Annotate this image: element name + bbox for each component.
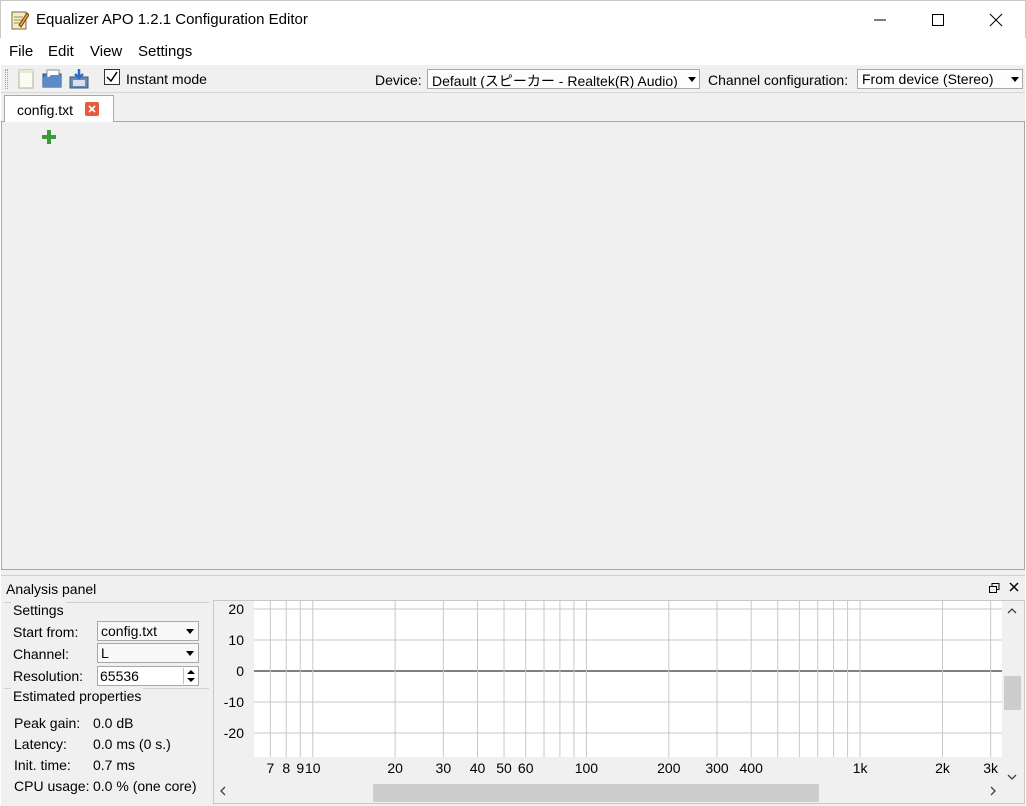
- latency-label: Latency:: [14, 736, 67, 752]
- dropdown-arrow-icon: [186, 651, 194, 656]
- close-button[interactable]: [967, 1, 1025, 39]
- x-tick-label: 7: [266, 760, 274, 776]
- x-tick-label: 400: [740, 760, 764, 776]
- cpu-usage-label: CPU usage:: [14, 778, 90, 794]
- start-from-label: Start from:: [13, 624, 79, 640]
- menu-edit[interactable]: Edit: [48, 43, 74, 60]
- horizontal-scroll-thumb[interactable]: [373, 784, 819, 802]
- y-tick-label: 20: [228, 601, 244, 617]
- channel-label: Channel:: [13, 646, 70, 662]
- plot-background: [254, 601, 1002, 757]
- menu-file[interactable]: File: [9, 43, 33, 60]
- toolbar-grip[interactable]: [5, 69, 8, 89]
- close-icon: [989, 13, 1003, 27]
- latency-value: 0.0 ms (0 s.): [93, 736, 171, 752]
- analysis-panel-title: Analysis panel: [6, 581, 97, 597]
- settings-group-title: Settings: [11, 602, 66, 618]
- spin-buttons[interactable]: [183, 668, 197, 684]
- toolbar: Instant mode Device: Default (スピーカー - Re…: [1, 65, 1025, 93]
- checkmark-icon: [106, 71, 118, 83]
- cpu-usage-value: 0.0 % (one core): [93, 778, 197, 794]
- maximize-button[interactable]: [909, 1, 967, 39]
- resolution-label: Resolution:: [13, 668, 84, 684]
- tab-close-icon[interactable]: [85, 102, 99, 116]
- menu-view[interactable]: View: [90, 43, 122, 60]
- channel-configuration-label: Channel configuration:: [708, 72, 849, 88]
- menu-bar: File Edit View Settings: [1, 38, 1025, 65]
- x-tick-label: 1k: [853, 760, 869, 776]
- frequency-response-graph[interactable]: 20 10 0 -10 -20 7 8 9 10 20 30 40 50 60 100 200 300 400 1k…: [213, 600, 1025, 804]
- start-from-select[interactable]: config.txt: [97, 621, 199, 641]
- x-tick-label: 20: [387, 760, 403, 776]
- title-bar: Equalizer APO 1.2.1 Configuration Editor: [0, 0, 1026, 38]
- x-tick-label: 10: [305, 760, 321, 776]
- notepad-pencil-icon: [11, 10, 30, 30]
- channel-configuration-select[interactable]: From device (Stereo): [857, 69, 1023, 89]
- spin-arrows-icon: [187, 670, 195, 682]
- dropdown-arrow-icon: [1011, 77, 1019, 82]
- instant-mode-checkbox[interactable]: [104, 69, 120, 85]
- save-file-icon[interactable]: [68, 68, 90, 90]
- x-tick-label: 9: [296, 760, 304, 776]
- dropdown-arrow-icon: [688, 77, 696, 82]
- x-tick-label: 300: [705, 760, 729, 776]
- device-label: Device:: [375, 72, 422, 88]
- channel-configuration-value: From device (Stereo): [862, 71, 994, 87]
- window-title: Equalizer APO 1.2.1 Configuration Editor: [36, 11, 308, 28]
- x-tick-label: 60: [518, 760, 534, 776]
- y-tick-label: -10: [224, 694, 244, 710]
- analysis-panel: Analysis panel Settings Start from: conf…: [1, 576, 1025, 806]
- close-panel-icon[interactable]: [1008, 580, 1020, 592]
- device-select[interactable]: Default (スピーカー - Realtek(R) Audio): [427, 69, 700, 89]
- x-tick-label: 40: [470, 760, 486, 776]
- x-tick-label: 8: [282, 760, 290, 776]
- dropdown-arrow-icon: [186, 629, 194, 634]
- frequency-plot: 20100-10-207 8 9 10 20 30 40 50 60 100 200 300 400 1k…: [224, 601, 1002, 776]
- peak-gain-label: Peak gain:: [14, 715, 81, 731]
- tab-config-txt[interactable]: config.txt: [4, 95, 114, 123]
- filter-editor-area[interactable]: [1, 122, 1025, 570]
- instant-mode-label: Instant mode: [126, 71, 207, 87]
- scroll-right-icon: [990, 786, 996, 796]
- resolution-spinbox[interactable]: 65536: [97, 666, 199, 686]
- y-tick-label: 10: [228, 632, 244, 648]
- vertical-scroll-thumb[interactable]: [1004, 676, 1021, 710]
- maximize-icon: [932, 14, 944, 26]
- add-filter-icon[interactable]: [42, 130, 56, 144]
- scroll-down-icon: [1007, 774, 1017, 780]
- scroll-left-icon: [220, 786, 226, 796]
- peak-gain-value: 0.0 dB: [93, 715, 134, 731]
- x-tick-label: 3k: [983, 760, 999, 776]
- minimize-icon: [874, 19, 886, 21]
- float-panel-icon[interactable]: [989, 581, 1000, 593]
- tab-bar: config.txt: [1, 93, 1025, 123]
- estimated-properties-title: Estimated properties: [11, 688, 144, 704]
- init-time-label: Init. time:: [14, 757, 71, 773]
- x-tick-label: 2k: [935, 760, 951, 776]
- channel-select[interactable]: L: [97, 643, 199, 663]
- y-tick-label: -20: [224, 725, 244, 741]
- resolution-value: 65536: [100, 668, 139, 684]
- minimize-button[interactable]: [851, 1, 909, 39]
- tab-label: config.txt: [17, 102, 74, 118]
- x-tick-label: 30: [436, 760, 452, 776]
- x-tick-label: 100: [575, 760, 599, 776]
- device-select-value: Default (スピーカー - Realtek(R) Audio): [432, 73, 678, 89]
- scroll-up-icon: [1007, 608, 1017, 614]
- new-file-icon[interactable]: [15, 68, 37, 90]
- open-file-icon[interactable]: [41, 68, 63, 90]
- menu-settings[interactable]: Settings: [138, 43, 192, 60]
- start-from-value: config.txt: [101, 623, 158, 639]
- channel-value: L: [101, 645, 109, 661]
- y-tick-label: 0: [236, 663, 244, 679]
- x-tick-label: 200: [657, 760, 681, 776]
- x-tick-label: 50: [496, 760, 512, 776]
- init-time-value: 0.7 ms: [93, 757, 136, 773]
